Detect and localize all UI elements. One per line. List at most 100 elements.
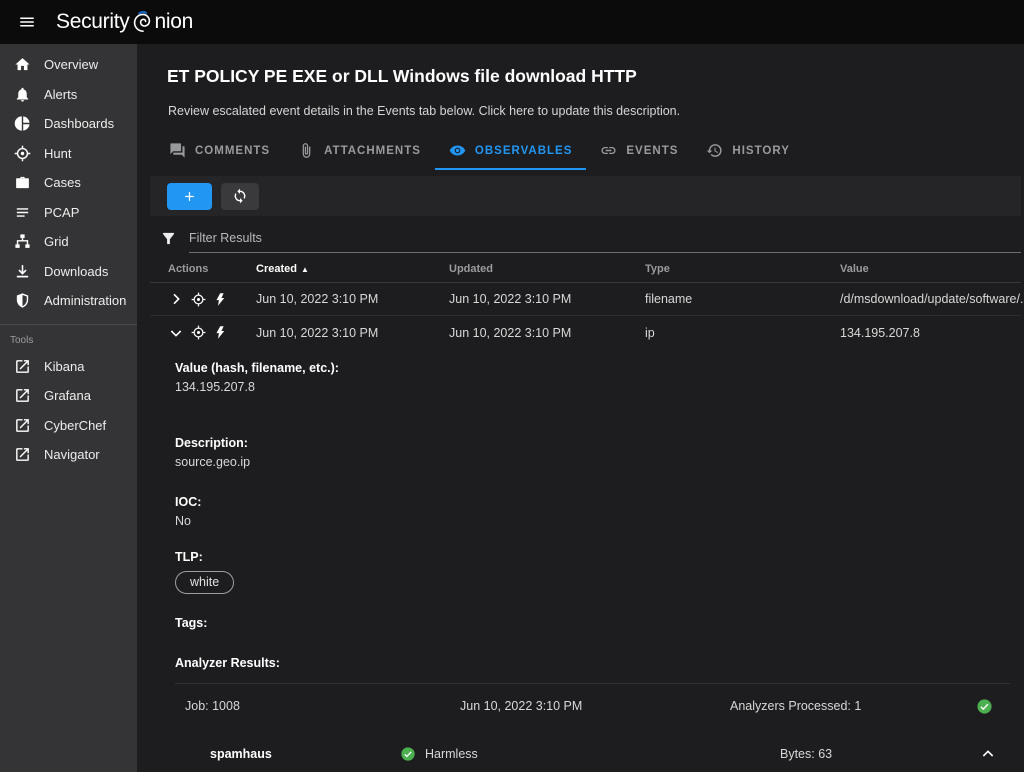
- chevron-right-icon[interactable]: [168, 291, 184, 307]
- bolt-action-icon[interactable]: [213, 292, 228, 307]
- tab-comments[interactable]: COMMENTS: [155, 133, 284, 170]
- sidebar-item-label: Hunt: [44, 145, 72, 161]
- cell-value: 134.195.207.8: [840, 325, 920, 340]
- chevron-up-icon[interactable]: [980, 746, 996, 762]
- link-icon: [601, 146, 616, 155]
- refresh-button[interactable]: [221, 182, 259, 210]
- sidebar-item-administration[interactable]: Administration: [0, 286, 137, 316]
- add-observable-button[interactable]: [167, 182, 212, 210]
- description-label: Description:: [175, 436, 248, 450]
- tab-events[interactable]: EVENTS: [586, 133, 692, 170]
- plus-icon: [185, 191, 194, 201]
- app-logo: Security nion: [56, 10, 193, 34]
- job-id: Job: 1008: [185, 699, 240, 713]
- sidebar-item-label: Alerts: [44, 86, 78, 102]
- external-link-icon: [16, 448, 29, 462]
- cell-value: /d/msdownload/update/software/...: [840, 292, 1024, 306]
- case-description[interactable]: Review escalated event details in the Ev…: [168, 104, 1024, 118]
- case-title: ET POLICY PE EXE or DLL Windows file dow…: [167, 66, 637, 86]
- header-value[interactable]: Value: [840, 263, 1021, 275]
- hunt-action-icon[interactable]: [191, 292, 206, 307]
- hunt-action-icon[interactable]: [191, 325, 206, 340]
- home-icon: [15, 58, 30, 71]
- header-created[interactable]: Created ▲: [256, 263, 449, 275]
- verdict-text: Harmless: [425, 747, 478, 761]
- filter-icon: [162, 232, 175, 245]
- value-label: Value (hash, filename, etc.):: [175, 361, 339, 375]
- description-text: source.geo.ip: [175, 455, 251, 469]
- tags-label: Tags:: [175, 616, 208, 630]
- external-link-icon: [16, 389, 29, 403]
- analyzer-name: spamhaus: [210, 747, 272, 761]
- logo-text-2: nion: [154, 10, 193, 33]
- list-lines-icon: [16, 208, 29, 217]
- analyzer-result-row[interactable]: spamhaus Harmless Bytes: 63: [210, 734, 1010, 772]
- onion-logo-icon: [131, 10, 155, 34]
- check-circle-icon: [401, 747, 415, 761]
- row-actions: [168, 325, 256, 341]
- tab-label: ATTACHMENTS: [324, 144, 421, 157]
- cell-created: Jun 10, 2022 3:10 PM: [256, 325, 379, 340]
- sidebar-item-downloads[interactable]: Downloads: [0, 257, 137, 287]
- sidebar-item-label: PCAP: [44, 204, 80, 220]
- observables-table: Actions Created ▲ Updated Type Value Jun …: [150, 255, 1024, 349]
- sidebar-item-cases[interactable]: Cases: [0, 168, 137, 198]
- sidebar-tool-cyberchef[interactable]: CyberChef: [0, 411, 137, 441]
- eye-icon: [449, 145, 466, 156]
- observables-toolbar: [150, 176, 1021, 216]
- sidebar-item-alerts[interactable]: Alerts: [0, 80, 137, 110]
- observable-detail: Value (hash, filename, etc.): 134.195.20…: [137, 361, 1024, 670]
- external-link-icon: [16, 359, 29, 373]
- sort-asc-icon: ▲: [300, 264, 309, 274]
- sidebar-item-label: Downloads: [44, 263, 109, 279]
- analyzer-bytes: Bytes: 63: [780, 747, 833, 761]
- sidebar-item-label: Overview: [44, 57, 99, 73]
- header-updated[interactable]: Updated: [449, 263, 645, 275]
- menu-icon[interactable]: [10, 5, 44, 39]
- sidebar-item-label: CyberChef: [44, 417, 107, 433]
- bolt-action-icon[interactable]: [213, 325, 228, 340]
- sidebar-tool-grafana[interactable]: Grafana: [0, 381, 137, 411]
- tab-attachments[interactable]: ATTACHMENTS: [284, 133, 435, 170]
- history-icon: [707, 144, 723, 157]
- case-tabs: COMMENTS ATTACHMENTS OBSERVABLES EVENTS …: [155, 133, 1024, 170]
- sidebar-tool-kibana[interactable]: Kibana: [0, 352, 137, 382]
- sidebar-item-grid[interactable]: Grid: [0, 227, 137, 257]
- table-row: Jun 10, 2022 3:10 PM Jun 10, 2022 3:10 P…: [150, 316, 1021, 349]
- chevron-down-icon[interactable]: [168, 325, 184, 341]
- sidebar-item-label: Dashboards: [44, 116, 115, 132]
- cell-updated: Jun 10, 2022 3:10 PM: [449, 292, 572, 306]
- comments-icon: [170, 143, 185, 158]
- sidebar-item-pcap[interactable]: PCAP: [0, 198, 137, 228]
- paperclip-icon: [302, 143, 311, 158]
- sidebar-item-label: Grafana: [44, 388, 91, 404]
- sidebar-tool-navigator[interactable]: Navigator: [0, 440, 137, 470]
- sidebar-item-label: Grid: [44, 234, 69, 250]
- tlp-label: TLP:: [175, 550, 203, 564]
- app-bar: Security nion: [0, 0, 1024, 44]
- tlp-chip: white: [175, 571, 235, 594]
- table-row: Jun 10, 2022 3:10 PM Jun 10, 2022 3:10 P…: [150, 283, 1024, 316]
- pie-chart-icon: [14, 116, 30, 131]
- sidebar-item-overview[interactable]: Overview: [0, 50, 137, 80]
- table-header-row: Actions Created ▲ Updated Type Value: [150, 255, 1021, 283]
- sidebar-item-hunt[interactable]: Hunt: [0, 139, 137, 169]
- tab-label: COMMENTS: [195, 144, 271, 157]
- tab-observables[interactable]: OBSERVABLES: [434, 133, 587, 170]
- analyzer-results-label: Analyzer Results:: [175, 656, 280, 670]
- cell-type: ip: [645, 325, 655, 340]
- ioc-label: IOC:: [175, 495, 202, 509]
- crosshair-icon: [14, 145, 31, 162]
- bell-icon: [16, 87, 29, 102]
- filter-results-input[interactable]: Filter Results: [189, 231, 1021, 253]
- analyzer-job-row[interactable]: Job: 1008 Jun 10, 2022 3:10 PM Analyzers…: [175, 684, 1010, 728]
- row-actions: [168, 291, 256, 307]
- sidebar-item-dashboards[interactable]: Dashboards: [0, 109, 137, 139]
- briefcase-icon: [16, 177, 29, 189]
- tab-history[interactable]: HISTORY: [692, 133, 803, 170]
- header-type[interactable]: Type: [645, 263, 840, 275]
- cell-type: filename: [645, 292, 693, 306]
- refresh-icon: [234, 188, 246, 204]
- analyzer-results-panel: Job: 1008 Jun 10, 2022 3:10 PM Analyzers…: [175, 683, 1010, 772]
- sidebar-item-label: Navigator: [44, 447, 100, 463]
